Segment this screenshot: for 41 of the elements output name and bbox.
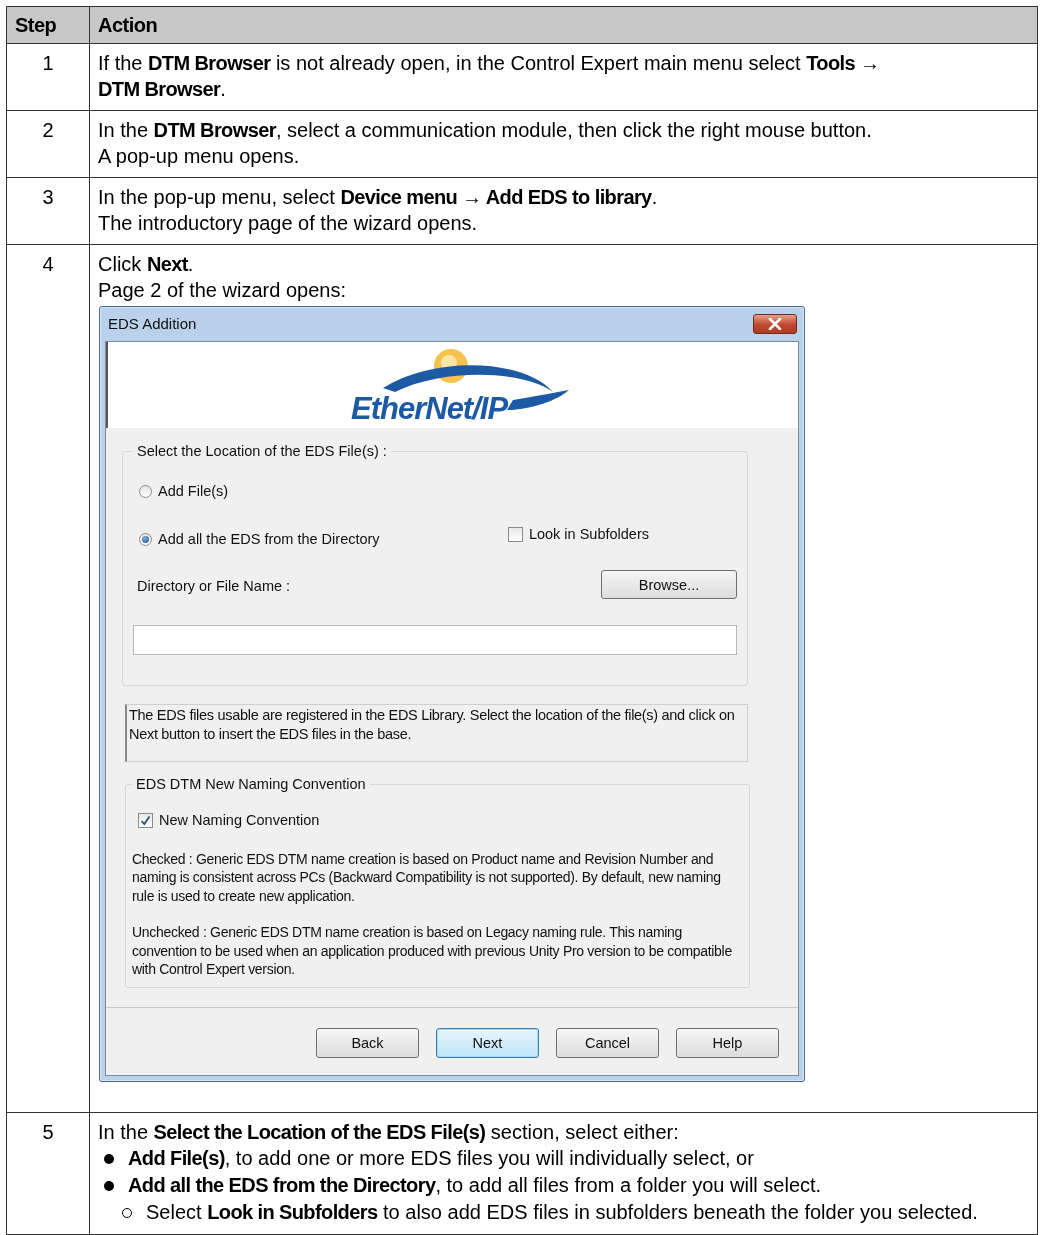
step-text: If the DTM Browser is not already open, in the Control Expert main menu select Tools → — [98, 51, 881, 76]
bullet-icon — [104, 1180, 114, 1191]
step-text: DTM Browser. — [98, 77, 227, 102]
bullet-text: Add all the EDS from the Directory, to add all files from a folder you will select. — [128, 1172, 822, 1198]
step-number: 5 — [7, 1112, 90, 1235]
group-title: EDS DTM New Naming Convention — [135, 775, 367, 794]
description-text: Checked : Generic EDS DTM name creation is based on Product name and Revision Number and naming is consistent across PCs (Backward Compatibility is not supported). By default, new naming rule is used to create new application. — [132, 849, 722, 905]
window-title: EDS Addition — [107, 314, 197, 334]
radio-option[interactable]: Add all the EDS from the Directory — [139, 526, 380, 552]
info-text: The EDS files usable are registered in the EDS Library. Select the location of the file(s) and click on Next button to insert the EDS files in the base. — [125, 704, 748, 762]
step-text: A pop-up menu opens. — [98, 144, 301, 169]
step-number: 4 — [7, 245, 90, 1113]
step-text: Click Next. — [98, 252, 195, 277]
path-field[interactable] — [133, 625, 737, 655]
step-text: Page 2 of the wizard opens: — [98, 278, 347, 303]
dialog-button[interactable]: Help — [676, 1027, 779, 1058]
step-text: In the DTM Browser, select a communication module, then click the right mouse button. — [98, 118, 873, 143]
step-text: In the pop-up menu, select Device menu → Add EDS to library. — [98, 185, 659, 210]
step-text: In the Select the Location of the EDS File(s) section, select either: — [98, 1119, 680, 1145]
bullet-text: Select Look in Subfolders to also add EDS files in subfolders beneath the folder you selected. — [146, 1199, 978, 1225]
checkbox-option[interactable]: Look in Subfolders — [507, 521, 649, 547]
dialog-button[interactable]: Back — [316, 1027, 419, 1058]
group-title: Select the Location of the EDS File(s) : — [136, 442, 388, 461]
column-header: Step — [7, 7, 90, 44]
step-number: 2 — [7, 111, 90, 178]
step-number: 3 — [7, 178, 90, 245]
dialog-button[interactable]: Next — [436, 1027, 539, 1058]
radio-option[interactable]: Add File(s) — [139, 478, 229, 504]
step-number: 1 — [7, 44, 90, 111]
bullet-text: Add File(s), to add one or more EDS files you will individually select, or — [128, 1145, 754, 1171]
logo-text: EtherNet/IP — [351, 396, 508, 422]
field-label: Directory or File Name : — [137, 577, 291, 596]
description-text: Unchecked : Generic EDS DTM name creation is based on Legacy naming rule. This naming convention to be used when an application produced with previous Unity Pro version to be compatible with Control Expert version. — [132, 923, 733, 979]
dialog-button[interactable]: Cancel — [556, 1027, 659, 1058]
close-icon — [768, 318, 782, 330]
step-text: The introductory page of the wizard opens. — [98, 211, 479, 236]
checkbox-option[interactable]: New Naming Convention — [138, 807, 320, 833]
column-header: Action — [90, 7, 1038, 44]
bullet-icon — [104, 1153, 114, 1164]
close-button[interactable] — [753, 314, 797, 334]
browse-button[interactable]: Browse... — [601, 570, 737, 599]
